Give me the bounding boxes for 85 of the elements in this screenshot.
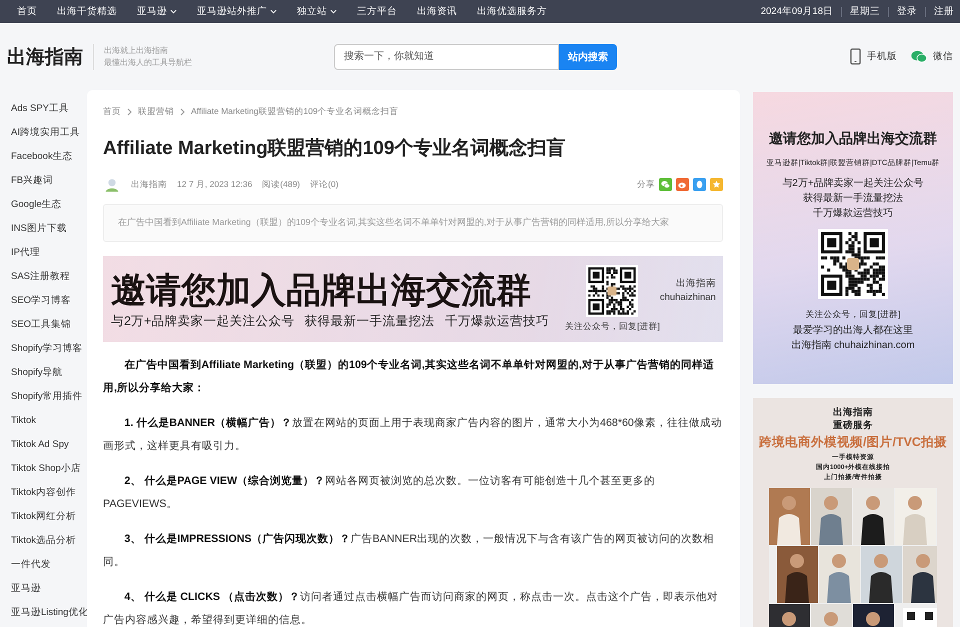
breadcrumb-link[interactable]: Affiliate Marketing联盟营销的109个专业名词概念扫盲 [191, 106, 399, 118]
sidebar-item[interactable]: IP代理 [0, 241, 87, 265]
sidebar-item[interactable]: Tiktok Ad Spy [0, 433, 87, 457]
sidebar-item[interactable]: Tiktok选品分析 [0, 529, 87, 553]
sidebar-item[interactable]: Tiktok Shop小店 [0, 457, 87, 481]
sidebar-item[interactable]: SEO学习博客 [0, 289, 87, 313]
banner-subline: 与2万+品牌卖家一起关注公众号 获得最新一手流量挖法 千万爆款运营技巧 [111, 312, 550, 330]
banner-ad[interactable]: 邀请您加入品牌出海交流群 与2万+品牌卖家一起关注公众号 获得最新一手流量挖法 千万爆款运营技巧 关注公众号，回复[进群] 出海指南 chuhaizhinan [103, 256, 723, 342]
sidebar-item[interactable]: Shopify导航 [0, 361, 87, 385]
date-text: 2024年09月18日 [760, 5, 833, 18]
article-paragraph: 3、 什么是IMPRESSIONS（广告闪现次数）？广告BANNER出现的次数，一般情况下与含有该广告的网页被访问的次数相同。 [103, 532, 716, 570]
ad-service: 重磅服务 [833, 419, 873, 432]
banner-headline: 邀请您加入品牌出海交流群 [111, 270, 532, 312]
nav-link[interactable]: 三方平台 [347, 5, 407, 18]
avatar-icon [103, 177, 121, 192]
article-title: Affiliate Marketing联盟营销的109个专业名词概念扫盲 [103, 136, 566, 161]
ad-line: 千万爆款运营技巧 [813, 206, 893, 221]
wechat-link[interactable]: 微信 [933, 50, 953, 63]
article-paragraph: 在广告中国看到Affiliate Marketing（联盟）的109个专业名词,其实这些名词不单单针对网盟的,对于从事广告营销的同样适用,所以分享给大家： [103, 358, 715, 396]
sidebar-item[interactable]: Ads SPY工具 [0, 97, 87, 121]
sidebar-item[interactable]: SAS注册教程 [0, 265, 87, 289]
search-field[interactable]: 搜索一下，你就知道 [334, 44, 559, 70]
nav-link[interactable]: 出海干货精选 [47, 5, 127, 18]
article-paragraph: 1. 什么是BANNER（横幅广告）？放置在网站的页面上用于表现商家广告内容的图片，通常大小为468*60像素，往往做成动画形式，这样更具有吸引力。 [103, 416, 723, 454]
ad-line: 获得最新一手流量挖法 [803, 192, 903, 206]
sidebar-item[interactable]: Tiktok网红分析 [0, 505, 87, 529]
sidebar-item[interactable]: Google生态 [0, 193, 87, 217]
nav-link[interactable]: 首页 [7, 5, 47, 18]
site-logo[interactable]: 出海指南 [7, 44, 94, 70]
chevron-icon [127, 108, 132, 116]
account-link[interactable]: 注册 [934, 5, 954, 18]
read-count: 阅读(489) [262, 178, 300, 190]
sidebar-item[interactable]: Shopify学习博客 [0, 337, 87, 361]
tagline-text: 最懂出海人的工具导航栏 [104, 56, 192, 68]
account-link[interactable]: 登录 [897, 5, 917, 18]
ad-headline: 跨境电商外模视频/图片/TVC拍摄 [759, 434, 947, 451]
caret-icon [330, 9, 337, 14]
ad-slogan: 最爱学习的出海人都在这里 [793, 324, 913, 338]
nav-link[interactable]: 亚马逊站外推广 [187, 5, 287, 18]
nav-link[interactable]: 亚马逊 [127, 5, 187, 18]
article-paragraph: 2、 什么是PAGE VIEW（综合浏览量）？网站各网页被浏览的总次数。一位访客有可能创造十几个甚至更多的PAGEVIEWS。 [103, 474, 656, 512]
mobile-link[interactable]: 手机版 [867, 50, 897, 63]
breadcrumb-link[interactable]: 联盟营销 [138, 106, 174, 118]
wechat-icon [911, 50, 927, 63]
sidebar-item[interactable]: Tiktok [0, 409, 87, 433]
sidebar-item[interactable]: INS图片下载 [0, 217, 87, 241]
phone-icon [850, 48, 861, 65]
share-label: 分享 [637, 178, 655, 190]
sidebar-item[interactable]: FB兴趣词 [0, 169, 87, 193]
weekday-text: 星期三 [850, 5, 880, 18]
breadcrumb-link[interactable]: 首页 [103, 106, 121, 118]
comment-count: 评论(0) [310, 178, 338, 190]
wechat-share-icon[interactable] [659, 178, 672, 191]
ad-title: 邀请您加入品牌出海交流群 [769, 130, 937, 148]
sidebar-item[interactable]: 亚马逊 [0, 577, 87, 601]
qr-caption: 关注公众号，回复[进群] [806, 309, 900, 321]
nav-link[interactable]: 出海优选服务方 [467, 5, 557, 18]
qq-share-icon[interactable] [693, 178, 706, 191]
ad-line: 与2万+品牌卖家一起关注公众号 [782, 176, 924, 191]
nav-link[interactable]: 出海资讯 [407, 5, 467, 18]
chevron-icon [180, 108, 185, 116]
sidebar-item[interactable]: AI跨境实用工具 [0, 121, 87, 145]
author-text: 出海指南 [131, 178, 167, 190]
account-name: 出海指南 [676, 277, 716, 291]
sidebar-item[interactable]: SEO工具集锦 [0, 313, 87, 337]
sidebar-item[interactable]: Shopify常用插件 [0, 385, 87, 409]
ad-brand: 出海指南 [833, 406, 873, 419]
search-button[interactable]: 站内搜索 [559, 44, 617, 70]
star-share-icon[interactable] [710, 178, 723, 191]
qr-caption: 关注公众号，回复[进群] [565, 321, 660, 333]
summary-box: 在广告中国看到Affiliate Marketing（联盟）的109个专业名词,其实这些名词不单单针对网盟的,对于从事广告营销的同样适用,所以分享给大家 [103, 204, 723, 242]
ad-site: 出海指南 chuhaizhinan.com [791, 338, 915, 353]
sidebar-item[interactable]: Tiktok内容创作 [0, 481, 87, 505]
account-id: chuhaizhinan [660, 291, 716, 305]
nav-link[interactable]: 独立站 [287, 5, 347, 18]
qr-code [586, 265, 638, 317]
caret-icon [270, 9, 277, 14]
sidebar-item[interactable]: Facebook生态 [0, 145, 87, 169]
caret-icon [170, 9, 177, 14]
qr-code [818, 229, 888, 299]
tagline-text: 出海就上出海指南 [104, 44, 169, 56]
weibo-share-icon[interactable] [676, 178, 689, 191]
sidebar-item[interactable]: 一件代发 [0, 553, 87, 577]
article-paragraph: 4、 什么是 CLICKS （点击次数）？访问者通过点击横幅广告而访问商家的网页，称点击一次。点击这个广告，即表示他对广告内容感兴趣，希望得到更详细的信息。 [103, 590, 720, 627]
date-text: 12 7 月, 2023 12:36 [177, 178, 252, 190]
